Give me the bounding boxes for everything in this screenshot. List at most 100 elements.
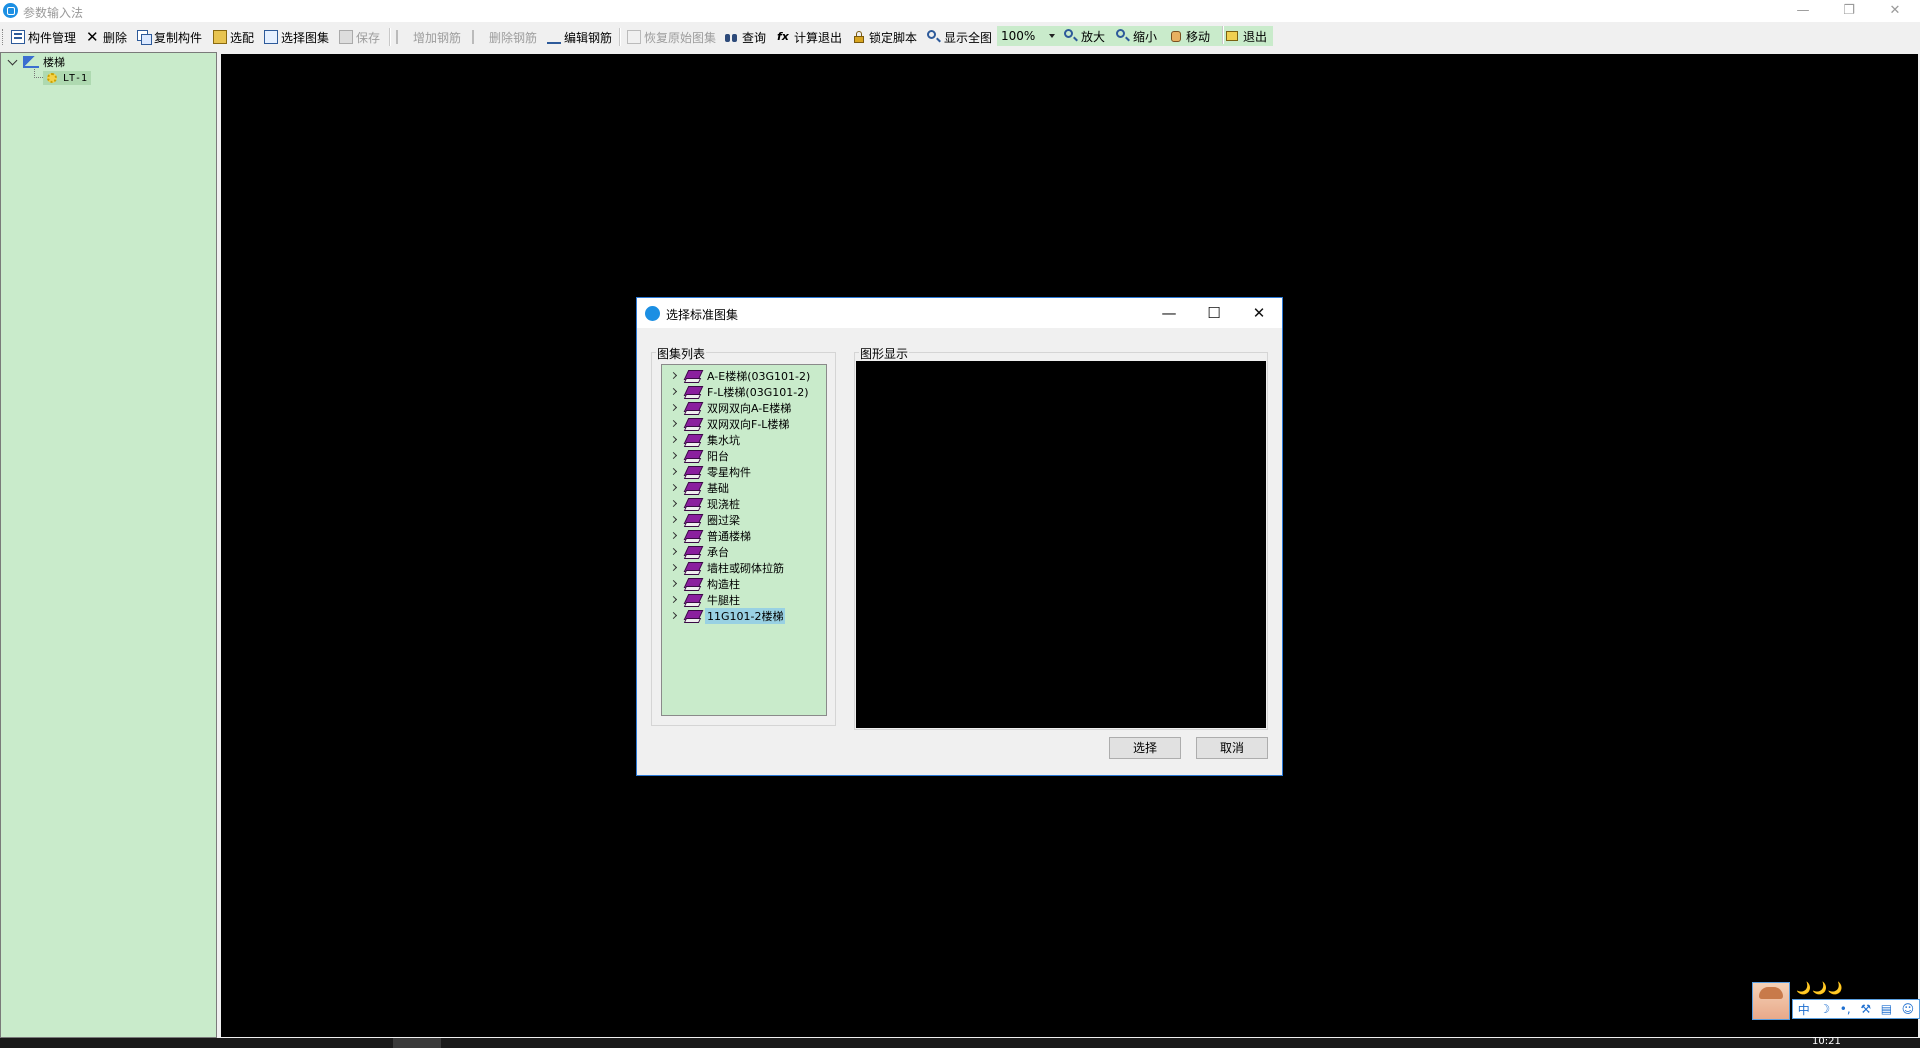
smile-icon[interactable]: ☺: [1902, 1002, 1915, 1016]
minimize-icon[interactable]: —: [1780, 0, 1826, 22]
maximize-icon[interactable]: ☐: [1192, 298, 1236, 328]
moon-icon[interactable]: ☽: [1819, 1002, 1830, 1016]
cancel-button[interactable]: 取消: [1196, 737, 1268, 759]
delete-rebar-button[interactable]: 删除钢筋: [472, 27, 537, 47]
chevron-right-icon[interactable]: [671, 388, 678, 395]
show-all-button[interactable]: 显示全图: [927, 27, 992, 47]
punctuation-icon[interactable]: •,: [1840, 1002, 1851, 1016]
book-icon: [683, 529, 704, 543]
component-manage-label: 构件管理: [28, 30, 77, 45]
edit-rebar-icon: [547, 30, 561, 44]
match-button[interactable]: 选配: [213, 27, 254, 47]
taskbar-item[interactable]: [393, 1038, 441, 1048]
chevron-right-icon[interactable]: [671, 516, 678, 523]
select-button[interactable]: 选择: [1109, 737, 1181, 759]
chevron-right-icon[interactable]: [671, 596, 678, 603]
zoom-select[interactable]: 100%: [997, 26, 1060, 46]
tree-node-label: 楼梯: [43, 56, 65, 69]
exit-button[interactable]: 退出: [1226, 26, 1267, 46]
chevron-right-icon[interactable]: [671, 532, 678, 539]
close-icon[interactable]: ✕: [1237, 298, 1281, 328]
restore-atlas-button[interactable]: 恢复原始图集: [627, 27, 716, 47]
clipboard-icon[interactable]: ▤: [1881, 1002, 1892, 1016]
dialog-title: 选择标准图集: [666, 308, 739, 322]
atlas-list-item[interactable]: A-E楼梯(03G101-2): [662, 368, 812, 383]
atlas-list[interactable]: A-E楼梯(03G101-2) F-L楼梯(03G101-2) 双网双向A-E楼梯双…: [661, 364, 827, 716]
atlas-list-item[interactable]: 集水坑: [662, 432, 742, 447]
edit-rebar-button[interactable]: 编辑钢筋: [547, 27, 612, 47]
atlas-list-item-label: A-E楼梯(03G101-2): [707, 369, 811, 383]
component-manage-button[interactable]: 构件管理: [11, 27, 76, 47]
restore-atlas-label: 恢复原始图集: [644, 30, 717, 45]
copy-component-button[interactable]: 复制构件: [137, 27, 202, 47]
delete-rebar-label: 删除钢筋: [489, 30, 538, 45]
book-icon: [683, 577, 704, 591]
select-atlas-dialog: 选择标准图集 — ☐ ✕ 图集列表 A-E楼梯(03G101-2) F-L楼梯(0…: [636, 297, 1283, 776]
atlas-list-item[interactable]: 双网双向A-E楼梯: [662, 400, 793, 415]
tree-node-stairs[interactable]: 楼梯: [7, 55, 65, 69]
atlas-list-item[interactable]: F-L楼梯(03G101-2): [662, 384, 811, 399]
select-atlas-button[interactable]: 选择图集: [264, 27, 329, 47]
avatar[interactable]: [1752, 982, 1790, 1020]
chevron-right-icon[interactable]: [671, 484, 678, 491]
delete-icon: ✕: [86, 28, 99, 46]
minimize-icon[interactable]: —: [1147, 298, 1191, 328]
zoom-out-button[interactable]: 缩小: [1116, 26, 1157, 46]
atlas-list-item[interactable]: 11G101-2楼梯: [662, 607, 786, 624]
chevron-down-icon[interactable]: [1049, 34, 1055, 38]
zoom-fit-icon: [927, 30, 941, 44]
query-button[interactable]: 查询: [725, 27, 766, 47]
chevron-right-icon[interactable]: [671, 468, 678, 475]
chevron-right-icon[interactable]: [671, 404, 678, 411]
add-rebar-icon: [396, 30, 410, 44]
delete-button[interactable]: ✕ 删除: [86, 27, 127, 47]
move-button[interactable]: 移动: [1169, 26, 1210, 46]
toolbar-grip[interactable]: [2, 29, 5, 45]
ime-widget[interactable]: 🌙🌙🌙 中 ☽ •, ⚒ ▤ ☺: [1752, 981, 1920, 1022]
add-rebar-label: 增加钢筋: [413, 30, 462, 45]
ime-toolbar[interactable]: 中 ☽ •, ⚒ ▤ ☺: [1792, 999, 1920, 1019]
chevron-right-icon[interactable]: [671, 548, 678, 555]
chevron-down-icon[interactable]: [7, 55, 18, 65]
atlas-list-item[interactable]: 圈过梁: [662, 512, 742, 527]
component-tree[interactable]: 楼梯 LT-1: [0, 52, 217, 1038]
restore-icon[interactable]: ❐: [1826, 0, 1872, 22]
atlas-list-item[interactable]: 墙柱或砌体拉筋: [662, 560, 786, 575]
calc-exit-button[interactable]: fx 计算退出: [777, 27, 842, 47]
toolbar-separator: [619, 28, 621, 46]
atlas-list-item[interactable]: 构造柱: [662, 576, 742, 591]
atlas-list-item-label: 现浇桩: [707, 497, 740, 511]
close-icon[interactable]: ✕: [1872, 0, 1918, 22]
lock-script-button[interactable]: 锁定脚本: [852, 27, 917, 47]
atlas-list-item-label: F-L楼梯(03G101-2): [707, 385, 809, 399]
chevron-right-icon[interactable]: [671, 420, 678, 427]
atlas-list-item[interactable]: 基础: [662, 480, 731, 495]
tree-node-lt1[interactable]: LT-1: [43, 71, 92, 85]
exit-label: 退出: [1243, 29, 1268, 44]
chevron-right-icon[interactable]: [671, 580, 678, 587]
dialog-title-bar[interactable]: 选择标准图集 — ☐ ✕: [637, 298, 1282, 328]
binoculars-icon: [725, 30, 739, 44]
atlas-list-item[interactable]: 承台: [662, 544, 731, 559]
book-icon: [683, 545, 704, 559]
atlas-list-item[interactable]: 阳台: [662, 448, 731, 463]
tree-node-label: LT-1: [63, 72, 88, 84]
chevron-right-icon[interactable]: [671, 372, 678, 379]
ime-mode[interactable]: 中: [1798, 1001, 1810, 1018]
wrench-icon[interactable]: ⚒: [1860, 1002, 1871, 1016]
chevron-right-icon[interactable]: [671, 612, 678, 619]
atlas-list-item[interactable]: 双网双向F-L楼梯: [662, 416, 791, 431]
atlas-list-item[interactable]: 零星构件: [662, 464, 753, 479]
chevron-right-icon[interactable]: [671, 436, 678, 443]
chevron-right-icon[interactable]: [671, 564, 678, 571]
atlas-list-item-label: 圈过梁: [707, 513, 740, 527]
atlas-list-item[interactable]: 牛腿柱: [662, 592, 742, 607]
chevron-right-icon[interactable]: [671, 452, 678, 459]
atlas-list-item[interactable]: 现浇桩: [662, 496, 742, 511]
add-rebar-button[interactable]: 增加钢筋: [396, 27, 461, 47]
zoom-in-button[interactable]: 放大: [1064, 26, 1105, 46]
chevron-right-icon[interactable]: [671, 500, 678, 507]
query-label: 查询: [742, 30, 767, 45]
save-button[interactable]: 保存: [339, 27, 380, 47]
atlas-list-item[interactable]: 普通楼梯: [662, 528, 753, 543]
